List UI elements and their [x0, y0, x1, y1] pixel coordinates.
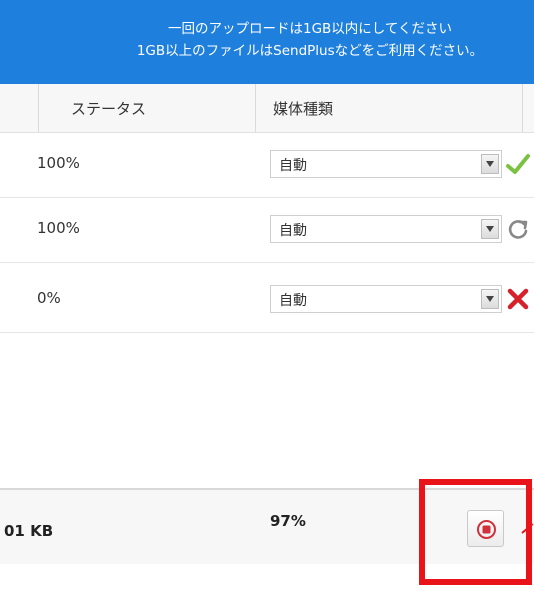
- column-header-status[interactable]: ステータス: [71, 98, 146, 119]
- table-row: 100% 自動: [0, 198, 534, 263]
- dropdown-arrow-icon[interactable]: [481, 154, 499, 174]
- empty-list-area: [0, 333, 534, 488]
- column-divider: [38, 84, 39, 132]
- column-divider: [522, 84, 523, 132]
- media-type-select[interactable]: 自動: [270, 285, 502, 313]
- table-header: ステータス 媒体種類: [0, 84, 534, 133]
- annotation-highlight-box: [419, 479, 532, 585]
- row-progress: 100%: [37, 154, 80, 172]
- total-size: 01 KB: [4, 522, 54, 540]
- row-progress: 100%: [37, 219, 80, 237]
- table-row: 0% 自動: [0, 268, 534, 333]
- media-type-value: 自動: [279, 293, 307, 309]
- notice-line-1: 一回のアップロードは1GB以内にしてください: [167, 21, 452, 37]
- media-type-select[interactable]: 自動: [270, 215, 502, 243]
- upload-panel: 一回のアップロードは1GB以内にしてください 1GB以上のファイルはSendPl…: [0, 0, 534, 591]
- table-row: 100% 自動: [0, 133, 534, 198]
- dropdown-arrow-icon[interactable]: [481, 219, 499, 239]
- column-header-media[interactable]: 媒体種類: [273, 98, 333, 119]
- media-type-select[interactable]: 自動: [270, 150, 502, 178]
- check-icon: [506, 151, 530, 177]
- media-type-value: 自動: [279, 223, 307, 239]
- row-progress: 0%: [37, 289, 61, 307]
- dropdown-arrow-icon[interactable]: [481, 289, 499, 309]
- total-progress: 97%: [270, 512, 306, 530]
- notice-line-2: 1GB以上のファイルはSendPlusなどをご利用ください。: [136, 43, 484, 59]
- column-divider: [255, 84, 256, 132]
- media-type-value: 自動: [279, 158, 307, 174]
- x-icon: [506, 286, 530, 312]
- upload-limit-notice: 一回のアップロードは1GB以内にしてください 1GB以上のファイルはSendPl…: [0, 0, 534, 84]
- refresh-icon: [506, 216, 530, 242]
